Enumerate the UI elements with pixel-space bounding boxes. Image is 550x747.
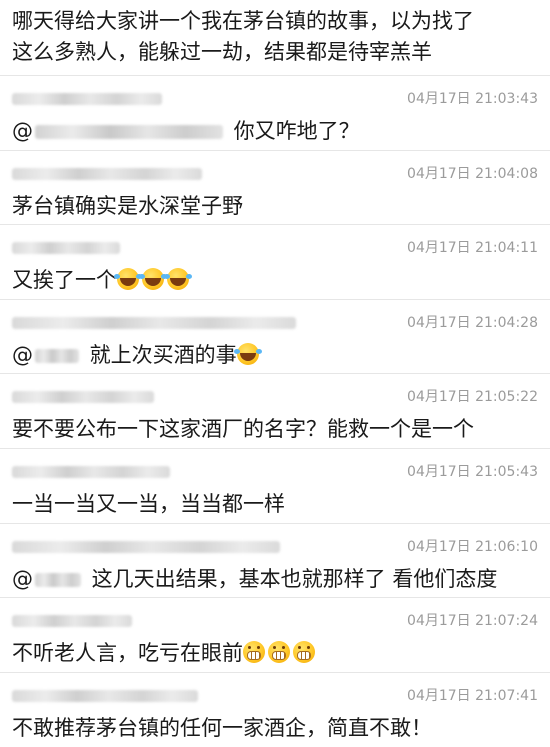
comment-item[interactable]: 04月17日 21:05:22 要不要公布一下这家酒厂的名字？能救一个是一个 <box>0 374 550 449</box>
comment-meta: 04月17日 21:04:08 <box>12 165 538 183</box>
comment-body: 你又咋地了？ <box>227 119 360 143</box>
original-post-line: 哪天得给大家讲一个我在茅台镇的故事，以为找了 <box>12 9 474 33</box>
comment-body: 这几天出结果，基本也就那样了 看他们态度 <box>85 566 498 591</box>
comment-body: 不听老人言，吃亏在眼前 <box>12 641 243 666</box>
face-with-tears-of-joy-icon <box>164 268 189 291</box>
comment-meta: 04月17日 21:05:43 <box>12 463 538 481</box>
comment-text: 不敢推荐茅台镇的任何一家酒企，简直不敢！ <box>12 714 542 742</box>
comment-meta: 04月17日 21:04:28 <box>12 314 538 332</box>
comment-timestamp: 04月17日 21:04:08 <box>407 165 538 182</box>
comment-timestamp: 04月17日 21:04:28 <box>407 314 538 331</box>
face-with-tears-of-joy-icon <box>233 342 259 365</box>
comment-text: 茅台镇确实是水深堂子野 <box>12 192 542 220</box>
comment-meta: 04月17日 21:04:11 <box>12 239 538 257</box>
comment-item[interactable]: 04月17日 21:03:43 @ 你又咋地了？ <box>0 76 550 151</box>
blurred-mention-name <box>35 572 81 587</box>
original-post-line: 这么多熟人，能躲过一劫，结果都是待宰羔羊 <box>12 40 432 64</box>
original-post: 哪天得给大家讲一个我在茅台镇的故事，以为找了 这么多熟人，能躲过一劫，结果都是待… <box>0 0 550 76</box>
comment-meta: 04月17日 21:03:43 <box>12 90 538 108</box>
comment-item[interactable]: 04月17日 21:04:28 @ 就上次买酒的事 <box>0 300 550 375</box>
comment-item[interactable]: 04月17日 21:05:43 一当一当又一当，当当都一样 <box>0 449 550 524</box>
comment-body: 就上次买酒的事 <box>83 342 237 367</box>
blurred-username <box>12 316 296 329</box>
blurred-mention-name <box>35 348 79 363</box>
comment-timestamp: 04月17日 21:07:24 <box>407 613 538 630</box>
blurred-username <box>12 93 162 105</box>
comment-meta: 04月17日 21:05:22 <box>12 388 538 406</box>
blurred-mention-name <box>35 125 223 139</box>
blurred-username <box>12 242 120 255</box>
comment-item[interactable]: 04月17日 21:04:11 又挨了一个 <box>0 225 550 300</box>
comment-meta: 04月17日 21:07:24 <box>12 612 538 630</box>
blurred-username <box>12 689 198 702</box>
grinning-face-icon <box>293 641 315 664</box>
comment-meta: 04月17日 21:07:41 <box>12 687 538 705</box>
comment-body: 茅台镇确实是水深堂子野 <box>12 193 243 218</box>
mention-at: @ <box>12 566 33 591</box>
blurred-username <box>12 465 170 478</box>
comment-body: 不敢推荐茅台镇的任何一家酒企，简直不敢！ <box>12 715 432 740</box>
grinning-face-icon <box>243 641 265 664</box>
comment-item[interactable]: 04月17日 21:07:24 不听老人言，吃亏在眼前 <box>0 598 550 673</box>
comment-body: 一当一当又一当，当当都一样 <box>12 491 285 516</box>
comment-body: 要不要公布一下这家酒厂的名字？能救一个是一个 <box>12 417 474 442</box>
comment-timestamp: 04月17日 21:06:10 <box>407 538 538 555</box>
comment-timestamp: 04月17日 21:03:43 <box>407 91 538 107</box>
comment-text: @ 你又咋地了？ <box>12 117 542 145</box>
comment-text: 不听老人言，吃亏在眼前 <box>12 639 542 667</box>
comment-text: 一当一当又一当，当当都一样 <box>12 490 542 518</box>
comment-item[interactable]: 04月17日 21:04:08 茅台镇确实是水深堂子野 <box>0 151 550 226</box>
comment-timestamp: 04月17日 21:07:41 <box>407 687 538 704</box>
comment-timestamp: 04月17日 21:04:11 <box>407 240 538 257</box>
blurred-username <box>12 615 132 628</box>
comment-meta: 04月17日 21:06:10 <box>12 538 538 556</box>
face-with-tears-of-joy-icon <box>114 268 139 291</box>
face-with-tears-of-joy-icon <box>139 268 164 291</box>
comment-text: 又挨了一个 <box>12 266 542 294</box>
comment-timestamp: 04月17日 21:05:43 <box>407 463 538 480</box>
grinning-face-icon <box>268 641 290 664</box>
comment-text: @ 这几天出结果，基本也就那样了 看他们态度 <box>12 565 542 593</box>
blurred-username <box>12 167 202 180</box>
comment-item[interactable]: 04月17日 21:07:41 不敢推荐茅台镇的任何一家酒企，简直不敢！ <box>0 673 550 747</box>
blurred-username <box>12 391 154 404</box>
mention-at: @ <box>12 342 33 367</box>
comment-timestamp: 04月17日 21:05:22 <box>407 389 538 406</box>
comment-body: 又挨了一个 <box>12 268 117 293</box>
comment-text: @ 就上次买酒的事 <box>12 341 542 369</box>
mention-at: @ <box>12 119 33 143</box>
blurred-username <box>12 540 280 553</box>
comment-text: 要不要公布一下这家酒厂的名字？能救一个是一个 <box>12 415 542 443</box>
comment-item[interactable]: 04月17日 21:06:10 @ 这几天出结果，基本也就那样了 看他们态度 <box>0 524 550 599</box>
